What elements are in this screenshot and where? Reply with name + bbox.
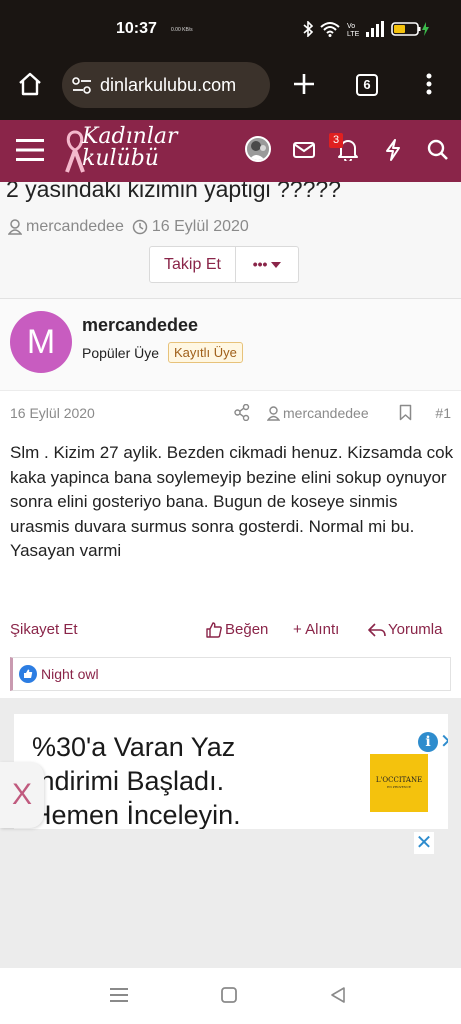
recents-menu-icon[interactable] (110, 988, 128, 1002)
post-body: Slm . Kizim 27 aylik. Bezden cikmadi hen… (10, 443, 454, 560)
report-link[interactable]: Şikayet Et (10, 621, 78, 638)
post-number[interactable]: #1 (435, 405, 451, 421)
more-options-button[interactable]: ••• (236, 247, 298, 282)
site-logo[interactable]: Kadınlar kulübü (82, 126, 178, 170)
search-icon[interactable] (427, 139, 449, 161)
avatar-image-icon (247, 138, 269, 160)
bookmark-icon[interactable] (399, 404, 412, 421)
svg-text:LTE: LTE (347, 31, 359, 37)
ad-brand-sub: EN PROVENCE (387, 785, 411, 789)
site-header: Kadınlar kulübü 3 (0, 120, 461, 182)
bluetooth-icon (303, 21, 313, 37)
thread-date[interactable]: 16 Eylül 2020 (152, 218, 249, 236)
ad-info-icon[interactable]: i (418, 732, 438, 752)
user-avatar[interactable] (245, 136, 271, 162)
thread-header: 2 yasindaki kizimin yaptigi ????? mercan… (0, 182, 461, 298)
battery-icon (391, 22, 429, 36)
post-user-badge: Kayıtlı Üye (168, 342, 243, 363)
post-username[interactable]: mercandedee (82, 315, 198, 336)
browser-toolbar: dinlarkulubu.com 6 (0, 58, 461, 120)
ad-line3: Hemen İnceleyin. (32, 800, 241, 829)
thread-author[interactable]: mercandedee (26, 218, 124, 236)
like-reaction-icon (19, 665, 37, 683)
site-settings-icon[interactable] (72, 77, 92, 95)
tab-switcher-button[interactable]: 6 (356, 74, 378, 96)
url-text: dinlarkulubu.com (100, 75, 237, 95)
side-close-button[interactable]: X (0, 762, 44, 828)
tab-count: 6 (363, 77, 371, 92)
quote-button[interactable]: + Alıntı (293, 621, 339, 638)
logo-line2: kulübü (82, 146, 159, 171)
ad-brand: L'OCCITANE (375, 776, 423, 784)
post-avatar[interactable]: M (10, 311, 72, 373)
wifi-icon (320, 22, 340, 37)
thread-title: 2 yasindaki kizimin yaptigi ????? (6, 182, 341, 202)
ad-close-button[interactable]: ✕ (414, 832, 434, 854)
share-icon[interactable] (234, 404, 250, 421)
user-icon (267, 405, 280, 421)
lightning-icon[interactable] (384, 139, 402, 161)
post: M mercandedee Popüler Üye Kayıtlı Üye 16… (0, 298, 461, 698)
post-user-bar: M mercandedee Popüler Üye Kayıtlı Üye (0, 299, 461, 391)
home-button-icon[interactable] (221, 987, 237, 1003)
like-label: Beğen (225, 621, 269, 638)
ad-close-icon[interactable]: ✕ (440, 729, 448, 754)
caret-down-icon (271, 262, 282, 268)
logo-line1: Kadınlar (82, 124, 178, 149)
svg-text:Vo: Vo (347, 23, 355, 30)
reply-label: Yorumla (388, 621, 443, 638)
reply-icon (368, 622, 386, 637)
follow-button[interactable]: Takip Et (150, 247, 236, 282)
system-nav-bar (0, 968, 461, 1024)
more-menu-icon[interactable] (424, 72, 434, 96)
hamburger-menu-icon[interactable] (16, 138, 44, 162)
post-date[interactable]: 16 Eylül 2020 (10, 405, 95, 421)
thread-meta: mercandedee 16 Eylül 2020 (8, 218, 249, 236)
like-button[interactable]: Beğen (206, 621, 268, 638)
ad-line1: %30'a Varan Yaz (32, 732, 236, 762)
reactions-bar[interactable]: Night owl (10, 657, 451, 691)
user-icon (8, 219, 22, 235)
thumbs-up-icon (206, 621, 222, 638)
status-icons: Vo LTE (303, 21, 431, 37)
network-speed: 0.00 KB/s (171, 27, 193, 33)
volte-icon: VoLTE (347, 23, 359, 37)
notification-badge: 3 (329, 133, 343, 148)
ad-text: %30'a Varan Yaz İndirimi Başladı. Hemen … (32, 730, 241, 829)
reply-button[interactable]: Yorumla (368, 621, 442, 638)
post-author[interactable]: mercandedee (267, 405, 369, 421)
url-bar[interactable]: dinlarkulubu.com (62, 62, 270, 108)
post-user-title: Popüler Üye (82, 345, 160, 361)
reaction-user[interactable]: Night owl (41, 666, 99, 682)
ad-banner[interactable]: %30'a Varan Yaz İndirimi Başladı. Hemen … (14, 714, 448, 829)
mail-icon[interactable] (293, 142, 315, 158)
status-time: 10:37 (116, 20, 157, 37)
more-options-label: ••• (252, 256, 268, 272)
home-icon[interactable] (17, 71, 43, 97)
signal-icon (366, 21, 384, 37)
clock-icon (132, 219, 148, 235)
back-icon[interactable] (331, 987, 345, 1003)
thread-action-group: Takip Et ••• (149, 246, 299, 283)
new-tab-icon[interactable] (292, 72, 316, 96)
status-bar: 10:37 0.00 KB/s Vo LTE (0, 0, 461, 58)
ad-area: %30'a Varan Yaz İndirimi Başladı. Hemen … (0, 698, 461, 968)
post-author-name: mercandedee (283, 405, 369, 421)
ad-line2: İndirimi Başladı. (32, 766, 225, 796)
ad-brand-logo: L'OCCITANE EN PROVENCE (370, 754, 428, 812)
